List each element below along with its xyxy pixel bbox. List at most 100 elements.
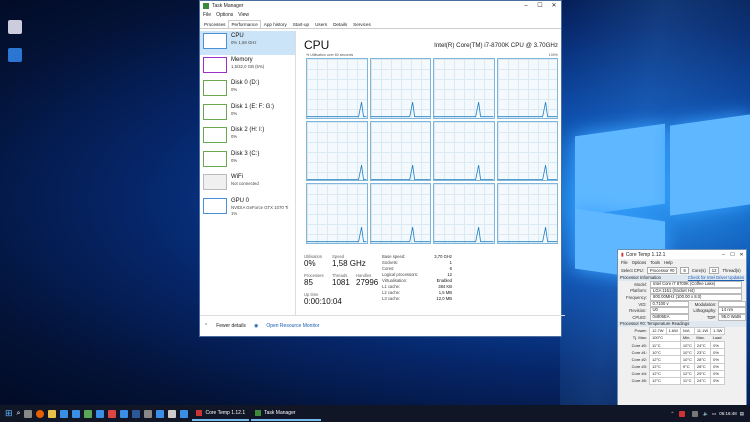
minimize-button[interactable]: – (519, 1, 533, 11)
close-button[interactable]: ✕ (547, 1, 561, 11)
taskbar-taskmanager[interactable]: Task Manager (251, 406, 322, 421)
core-usage-line (307, 101, 367, 118)
app-icon[interactable] (84, 409, 93, 418)
resource-disk0[interactable]: Disk 0 (D:) 0% (200, 78, 295, 102)
core-graph (306, 183, 368, 244)
app-icon[interactable] (144, 409, 153, 418)
cores-count: 6 (680, 267, 689, 274)
revision-row: Revision: U0 Lithography: 14 nm (618, 307, 746, 314)
open-resource-monitor-link[interactable]: Open Resource Monitor (266, 323, 319, 329)
tab-performance[interactable]: Performance (228, 20, 261, 28)
task-manager-window: Task Manager – ☐ ✕ File Options View Pro… (199, 0, 565, 337)
desktop-icon[interactable] (8, 20, 22, 34)
lithography-label: Lithography: (693, 308, 717, 314)
core-temp-row: Core #1: 10°C 10°C 23°C 0% (621, 348, 726, 357)
resource-gpu0[interactable]: GPU 0 NVIDIA GeForce GTX 1070 Ti 1% (200, 196, 295, 220)
maximize-button[interactable]: ☐ (728, 252, 737, 258)
minimize-button[interactable]: – (719, 252, 728, 258)
tab-processes[interactable]: Processes (201, 20, 228, 28)
resource-sub: 0% 1,58 GHz (231, 40, 257, 45)
fewer-details-icon[interactable]: ⌃ (204, 323, 208, 329)
menu-options[interactable]: Options (216, 12, 233, 18)
cpu-detail-panel: CPU Intel(R) Core(TM) i7-8700K CPU @ 3.7… (304, 31, 558, 316)
task-view-icon[interactable] (24, 409, 33, 418)
app-icon[interactable] (108, 409, 117, 418)
core-usage-line (497, 164, 557, 180)
resource-disk1[interactable]: Disk 1 (E: F: G:) 0% (200, 102, 295, 126)
tab-users[interactable]: Users (312, 20, 330, 28)
start-button[interactable]: ⊞ (5, 408, 13, 419)
power-value: N/A (679, 326, 695, 335)
app-icon[interactable] (60, 409, 69, 418)
resource-sub: NVIDIA GeForce GTX 1070 Ti (231, 204, 289, 210)
model-label: Model: (634, 281, 647, 287)
tray-app-icon[interactable] (679, 410, 686, 417)
app-icon[interactable] (72, 409, 81, 418)
cpu-specs: Base speed: 3,70 GHz Sockets: 1 Cores: 6 Logic… (382, 254, 452, 302)
menu-options[interactable]: Options (632, 260, 646, 265)
tab-app-history[interactable]: App history (261, 20, 290, 28)
firefox-icon[interactable] (36, 409, 45, 418)
resource-disk2[interactable]: Disk 2 (H: I:) 0% (200, 125, 295, 149)
search-icon[interactable]: ⌕ (17, 410, 21, 418)
core-usage-line (307, 227, 367, 243)
uptime-value: 0:00:10:04 (304, 297, 342, 306)
title-bar[interactable]: Task Manager – ☐ ✕ (200, 1, 561, 11)
coretemp-title: Core Temp 1.12.1 (625, 251, 666, 258)
tdp-label: TDP: (706, 314, 717, 320)
notifications-icon[interactable]: ▤ (740, 411, 744, 417)
power-row: Power: 12.7W 1.6W N/A 11.1W 1.3W (621, 326, 726, 335)
menu-file[interactable]: File (203, 12, 211, 18)
load-header: Load (712, 335, 722, 341)
explorer-icon[interactable] (48, 409, 57, 418)
power-value: 1.3W (710, 326, 726, 335)
menu-help[interactable]: Help (664, 260, 673, 265)
tray-chevron-icon[interactable]: ⌃ (671, 411, 675, 417)
resource-sub: 0% (231, 157, 238, 163)
fewer-details-link[interactable]: Fewer details (216, 323, 246, 329)
menu-tools[interactable]: Tools (650, 260, 660, 265)
desktop-icon[interactable] (8, 48, 22, 62)
app-icon[interactable] (180, 409, 189, 418)
core-name: Core #5: (631, 378, 647, 384)
resource-sub: 0% (231, 87, 238, 92)
app-icon[interactable] (168, 409, 177, 418)
processor-dropdown[interactable]: Processor #0 (646, 267, 678, 274)
core-usage-line (370, 164, 430, 180)
close-button[interactable]: ✕ (737, 252, 746, 258)
resource-memory[interactable]: Memory 1,5/32,0 GB (5%) (200, 55, 295, 79)
resource-wifi[interactable]: WiFi Not connected (200, 172, 295, 196)
volume-icon[interactable]: 🔈 (703, 411, 709, 417)
menu-view[interactable]: View (238, 12, 249, 18)
app-icon[interactable] (132, 409, 141, 418)
logical-processor-graphs (306, 58, 558, 244)
core-temp-row: Core #2: 12°C 10°C 28°C 0% (621, 355, 726, 364)
handles-value: 27996 (356, 278, 379, 287)
resource-name: Disk 1 (E: F: G:) (231, 103, 275, 110)
network-icon[interactable]: ▭ (712, 411, 716, 417)
app-icon[interactable] (120, 409, 129, 418)
resource-disk3[interactable]: Disk 3 (C:) 0% (200, 149, 295, 173)
spec-label: L3 cache: (382, 296, 401, 301)
tab-startup[interactable]: Start-up (290, 20, 312, 28)
taskbar-coretemp[interactable]: Core Temp 1.12.1 (192, 406, 250, 421)
app-icon[interactable] (96, 409, 105, 418)
select-cpu-label: Select CPU: (621, 268, 644, 273)
tab-details[interactable]: Details (330, 20, 350, 28)
clock[interactable]: 06:16:48 (719, 411, 737, 416)
menu-file[interactable]: File (621, 260, 628, 265)
taskbar: ⊞ ⌕ Core Temp 1.12.1 Task Manager ⌃ 🔈 ▭ … (0, 405, 750, 422)
maximize-button[interactable]: ☐ (533, 1, 547, 11)
core-graph (369, 183, 431, 244)
tjmax-label: Tj. Max: (632, 335, 647, 341)
frequency-row: Frequency: 800.00MHz (100.00 x 8.0) (618, 294, 746, 301)
disk-thumbnail (203, 103, 227, 120)
coretemp-title-bar[interactable]: ▮ Core Temp 1.12.1 – ☐ ✕ (618, 250, 746, 259)
core-name: Core #3: (631, 364, 647, 370)
coretemp-icon: ▮ (621, 251, 624, 258)
core-graph (369, 58, 431, 119)
app-icon[interactable] (156, 409, 165, 418)
tab-services[interactable]: Services (350, 20, 374, 28)
resource-cpu[interactable]: CPU 0% 1,58 GHz (200, 31, 295, 55)
tray-app-icon[interactable] (692, 410, 699, 417)
